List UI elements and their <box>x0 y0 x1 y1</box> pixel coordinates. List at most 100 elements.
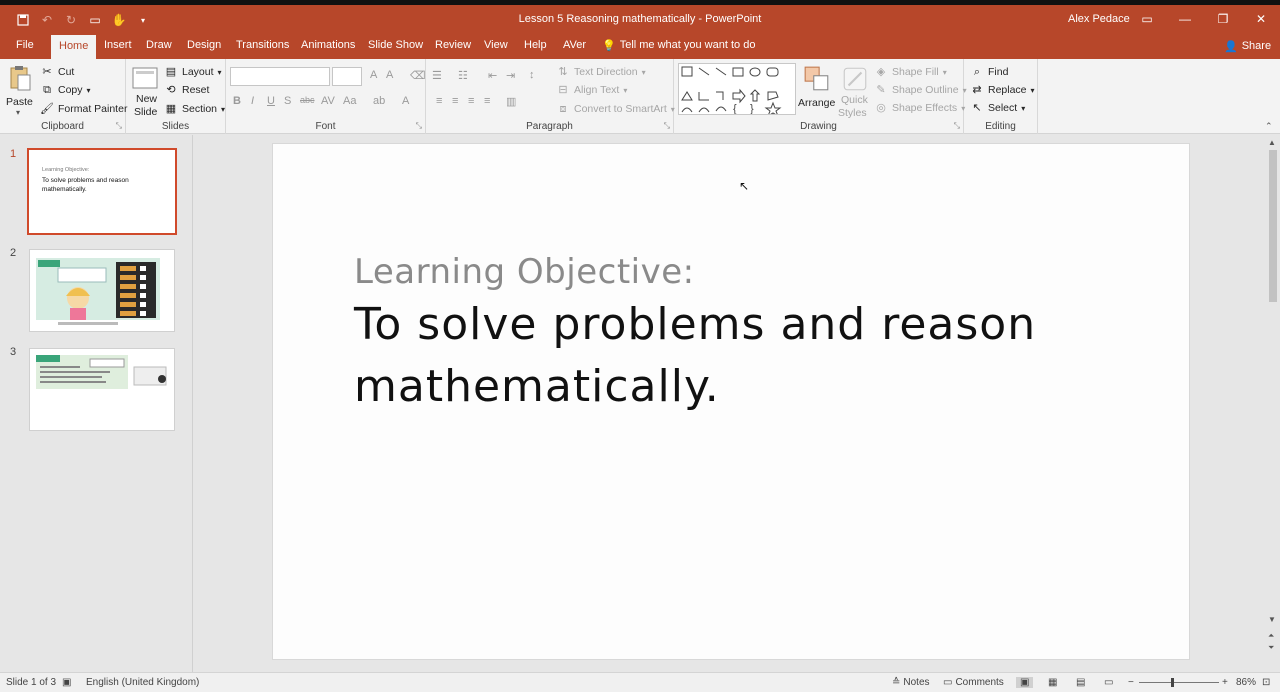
tab-animations[interactable]: Animations <box>301 39 355 51</box>
dialog-launcher-icon[interactable]: ⤡ <box>664 121 670 131</box>
highlight-icon[interactable]: ab <box>373 95 385 107</box>
tab-aver[interactable]: AVer <box>563 39 586 51</box>
user-name[interactable]: Alex Pedace <box>1068 13 1130 25</box>
chevron-down-icon: ▾ <box>1030 85 1035 95</box>
columns-icon[interactable]: ▥ <box>506 95 516 108</box>
tab-file[interactable]: File <box>16 39 34 51</box>
slide-thumbnail-1[interactable]: Learning Objective: To solve problems an… <box>27 148 177 235</box>
section-button[interactable]: ▦ Section ▾ <box>164 102 225 116</box>
share-button[interactable]: 👤 Share <box>1224 40 1271 53</box>
scroll-down-icon[interactable]: ▼ <box>1268 615 1276 624</box>
close-icon[interactable]: ✕ <box>1242 5 1280 33</box>
increase-font-icon[interactable]: A <box>370 69 377 81</box>
replace-icon: ⇄ <box>972 84 982 96</box>
restore-icon[interactable]: ❐ <box>1204 5 1242 33</box>
align-text-button[interactable]: ⊟ Align Text ▾ <box>556 83 627 97</box>
text-direction-button[interactable]: ⇅ Text Direction ▾ <box>556 65 645 79</box>
layout-button[interactable]: ▤ Layout ▾ <box>164 65 222 79</box>
dialog-launcher-icon[interactable]: ⤡ <box>116 121 122 131</box>
tab-help[interactable]: Help <box>524 39 547 51</box>
replace-button[interactable]: ⇄ Replace ▾ <box>970 83 1035 97</box>
copy-button[interactable]: ⧉ Copy ▾ <box>40 83 90 97</box>
line-spacing-icon[interactable]: ↕ <box>529 69 535 81</box>
justify-icon[interactable]: ≡ <box>484 95 490 107</box>
arrange-button[interactable]: Arrange <box>798 63 835 119</box>
thumbnail-label: Learning Objective: <box>42 167 90 173</box>
decrease-font-icon[interactable]: A <box>386 69 393 81</box>
shapes-gallery[interactable]: { } <box>678 63 796 118</box>
cut-button[interactable]: ✂ Cut <box>40 65 74 79</box>
select-button[interactable]: ↖ Select ▾ <box>970 101 1025 115</box>
shape-fill-button[interactable]: ◈ Shape Fill ▾ <box>874 65 947 79</box>
learning-objective-text[interactable]: To solve problems and reason mathematica… <box>354 294 1114 418</box>
decrease-indent-icon[interactable]: ⇤ <box>488 69 497 82</box>
slide-thumbnail-2[interactable] <box>29 249 175 332</box>
new-slide-label-2: Slide <box>134 106 158 118</box>
bold-icon[interactable]: B <box>233 95 241 107</box>
paste-button[interactable]: Paste ▾ <box>4 63 34 119</box>
tab-draw[interactable]: Draw <box>146 39 172 51</box>
new-slide-button[interactable]: New Slide <box>130 63 162 119</box>
tab-insert[interactable]: Insert <box>104 39 132 51</box>
zoom-slider-knob[interactable] <box>1171 678 1174 687</box>
notes-button[interactable]: ≙ Notes <box>892 677 930 688</box>
slide-thumbnail-3[interactable] <box>29 348 175 431</box>
spell-check-icon[interactable]: ▣ <box>62 677 71 688</box>
increase-indent-icon[interactable]: ⇥ <box>506 69 515 82</box>
slide-show-icon[interactable]: ▭ <box>1104 677 1113 688</box>
tab-slide-show[interactable]: Slide Show <box>368 39 423 51</box>
font-size-combobox[interactable] <box>332 67 362 86</box>
strikethrough-icon[interactable]: abc <box>300 95 315 105</box>
tab-view[interactable]: View <box>484 39 508 51</box>
vertical-scrollbar[interactable]: ▲ ▼ ⏶ ⏷ <box>1266 135 1280 672</box>
font-family-combobox[interactable] <box>230 67 330 86</box>
collapse-ribbon-icon[interactable]: ⌃ <box>1265 121 1273 132</box>
align-left-icon[interactable]: ≡ <box>436 95 442 107</box>
language-indicator[interactable]: English (United Kingdom) <box>86 677 199 688</box>
zoom-level[interactable]: 86% <box>1236 677 1256 688</box>
tab-home[interactable]: Home <box>51 35 97 59</box>
slide-sorter-icon[interactable]: ▦ <box>1048 677 1057 688</box>
align-right-icon[interactable]: ≡ <box>468 95 474 107</box>
dialog-launcher-icon[interactable]: ⤡ <box>954 121 960 131</box>
scrollbar-thumb[interactable] <box>1269 150 1277 302</box>
change-case-icon[interactable]: Aa <box>343 95 356 107</box>
powerpoint-window: ↶ ↻ ▭ ✋ ▾ Lesson 5 Reasoning mathematica… <box>0 0 1280 692</box>
tab-review[interactable]: Review <box>435 39 471 51</box>
tab-design[interactable]: Design <box>187 39 221 51</box>
text-shadow-icon[interactable]: S <box>284 95 291 107</box>
clear-formatting-icon[interactable]: ⌫ <box>410 69 426 82</box>
comments-button[interactable]: ▭ Comments <box>943 677 1004 688</box>
zoom-out-icon[interactable]: − <box>1128 677 1134 688</box>
zoom-in-icon[interactable]: + <box>1222 677 1228 688</box>
ribbon-display-options-icon[interactable]: ▭ <box>1128 5 1166 33</box>
previous-slide-icon[interactable]: ⏶ <box>1268 631 1274 641</box>
dialog-launcher-icon[interactable]: ⤡ <box>416 121 422 131</box>
shape-outline-button[interactable]: ✎ Shape Outline ▾ <box>874 83 966 97</box>
reset-label: Reset <box>182 84 210 96</box>
zoom-slider[interactable] <box>1139 682 1219 683</box>
align-center-icon[interactable]: ≡ <box>452 95 458 107</box>
italic-icon[interactable]: I <box>251 95 254 107</box>
convert-smartart-button[interactable]: ⧈ Convert to SmartArt ▾ <box>556 102 675 116</box>
normal-view-icon[interactable]: ▣ <box>1016 677 1034 688</box>
quick-styles-button[interactable]: Quick Styles <box>838 63 872 119</box>
next-slide-icon[interactable]: ⏷ <box>1268 643 1274 653</box>
scroll-up-icon[interactable]: ▲ <box>1268 138 1276 147</box>
numbering-icon[interactable]: ☷ <box>458 69 468 82</box>
character-spacing-icon[interactable]: AV <box>321 95 335 107</box>
tell-me-search[interactable]: 💡 Tell me what you want to do <box>602 39 755 52</box>
bullets-icon[interactable]: ☰ <box>432 69 442 82</box>
shape-effects-button[interactable]: ◎ Shape Effects ▾ <box>874 101 965 115</box>
tab-transitions[interactable]: Transitions <box>236 39 289 51</box>
reset-button[interactable]: ⟲ Reset <box>164 83 209 97</box>
underline-icon[interactable]: U <box>267 95 275 107</box>
minimize-icon[interactable]: — <box>1166 5 1204 33</box>
reading-view-icon[interactable]: ▤ <box>1076 677 1085 688</box>
learning-objective-label[interactable]: Learning Objective: <box>354 252 695 292</box>
fit-slide-icon[interactable]: ⊡ <box>1262 677 1270 688</box>
format-painter-button[interactable]: 🖌 Format Painter <box>40 102 127 116</box>
current-slide[interactable]: Learning Objective: To solve problems an… <box>273 144 1189 659</box>
find-button[interactable]: ⌕ Find <box>970 65 1009 79</box>
font-color-icon[interactable]: A <box>402 95 409 107</box>
